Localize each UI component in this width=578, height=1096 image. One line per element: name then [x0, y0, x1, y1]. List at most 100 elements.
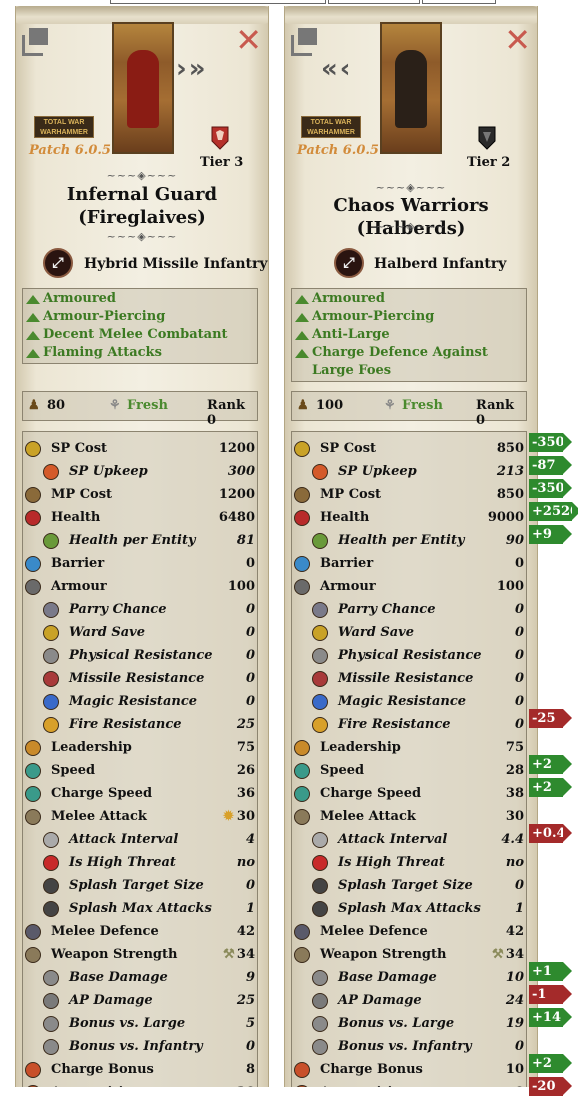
stat-row[interactable]: Bonus vs. Infantry 0 — [292, 1036, 526, 1059]
top-tab[interactable] — [110, 0, 326, 4]
stat-row[interactable]: Ammunition20 — [23, 1082, 257, 1087]
stat-row[interactable]: Charge Bonus 10 — [292, 1059, 526, 1082]
stat-label: Missile Resistance — [338, 671, 474, 686]
rank-label[interactable]: Rank 0 — [207, 398, 257, 428]
stat-row[interactable]: Is High Threat no — [23, 852, 257, 875]
stat-value: 0 — [514, 1039, 524, 1054]
unit-portrait[interactable] — [380, 22, 442, 154]
stat-row[interactable]: Parry Chance 0 — [23, 599, 257, 622]
stat-row[interactable]: Attack Interval 4.4 — [292, 829, 526, 852]
attribute-item[interactable]: Armoured — [23, 290, 257, 308]
stat-value: 8 — [245, 1062, 255, 1077]
stat-label: Missile Resistance — [69, 671, 205, 686]
top-tab[interactable] — [422, 0, 496, 4]
stat-value: no — [505, 855, 524, 870]
stat-row[interactable]: Speed 26 — [23, 760, 257, 783]
stat-row[interactable]: Barrier 0 — [23, 553, 257, 576]
stat-row[interactable]: Base Damage 9 — [23, 967, 257, 990]
stat-row[interactable]: Fire Resistance 25 — [23, 714, 257, 737]
previous-unit-arrows[interactable]: «‹ — [321, 54, 353, 84]
stat-row[interactable]: Charge Bonus 8 — [23, 1059, 257, 1082]
fatigue-status[interactable]: Fresh — [402, 398, 443, 413]
stat-value: 34 — [505, 947, 524, 962]
stat-row[interactable]: Health 9000 — [292, 507, 526, 530]
stat-row[interactable]: Base Damage 10 — [292, 967, 526, 990]
stat-row[interactable]: Parry Chance 0 — [292, 599, 526, 622]
stat-row[interactable]: Melee Attack ✹ 30 — [23, 806, 257, 829]
stat-row[interactable]: SP Upkeep 300 — [23, 461, 257, 484]
next-unit-arrows[interactable]: ›» — [176, 54, 208, 84]
stat-label: Bonus vs. Large — [69, 1016, 186, 1031]
stat-row[interactable]: SP Upkeep 213 — [292, 461, 526, 484]
stat-row[interactable]: Bonus vs. Infantry 0 — [23, 1036, 257, 1059]
copy-icon[interactable] — [291, 26, 321, 56]
stat-row[interactable]: Leadership 75 — [292, 737, 526, 760]
stat-row[interactable]: Charge Speed 36 — [23, 783, 257, 806]
stat-row[interactable]: Melee Defence 42 — [23, 921, 257, 944]
attribute-item[interactable]: Flaming Attacks — [23, 344, 257, 362]
stat-row[interactable]: Health per Entity 90 — [292, 530, 526, 553]
attribute-item[interactable]: Armoured — [292, 290, 526, 308]
stat-row[interactable]: Attack Interval 4 — [23, 829, 257, 852]
stat-label: Armour — [320, 579, 376, 594]
stat-row[interactable]: Ammunition0 — [292, 1082, 526, 1087]
stat-row[interactable]: Is High Threat no — [292, 852, 526, 875]
stat-row[interactable]: Physical Resistance 0 — [292, 645, 526, 668]
physical-resistance-icon — [312, 648, 328, 664]
stat-value: 0 — [245, 602, 255, 617]
fatigue-status[interactable]: Fresh — [127, 398, 168, 413]
stat-row[interactable]: Splash Target Size 0 — [23, 875, 257, 898]
stat-row[interactable]: Ward Save 0 — [23, 622, 257, 645]
attribute-item[interactable]: Anti-Large — [292, 326, 526, 344]
stat-value: 24 — [505, 993, 524, 1008]
stat-row[interactable]: Charge Speed 38 — [292, 783, 526, 806]
copy-icon[interactable] — [22, 26, 52, 56]
stat-row[interactable]: Ward Save 0 — [292, 622, 526, 645]
attribute-item[interactable]: Decent Melee Combatant — [23, 326, 257, 344]
charge-bonus-icon — [294, 1062, 310, 1078]
stat-row[interactable]: SP Cost 1200 — [23, 438, 257, 461]
attribute-item[interactable]: Charge Defence Against Large Foes — [292, 344, 526, 380]
stat-value: 6480 — [218, 510, 255, 525]
rank-label[interactable]: Rank 0 — [476, 398, 526, 428]
stat-row[interactable]: Leadership 75 — [23, 737, 257, 760]
stat-row[interactable]: Magic Resistance 0 — [23, 691, 257, 714]
attribute-item[interactable]: Armour-Piercing — [292, 308, 526, 326]
stat-row[interactable]: AP Damage 25 — [23, 990, 257, 1013]
stat-row[interactable]: MP Cost 850 — [292, 484, 526, 507]
bonus-large-icon — [43, 1016, 59, 1032]
stat-row[interactable]: Missile Resistance 0 — [292, 668, 526, 691]
stat-row[interactable]: SP Cost 850 — [292, 438, 526, 461]
stat-row[interactable]: Health 6480 — [23, 507, 257, 530]
stat-row[interactable]: Fire Resistance 0 — [292, 714, 526, 737]
stat-row[interactable]: Health per Entity 81 — [23, 530, 257, 553]
close-icon[interactable]: ✕ — [504, 24, 531, 56]
stat-row[interactable]: MP Cost 1200 — [23, 484, 257, 507]
stat-row[interactable]: Speed 28 — [292, 760, 526, 783]
stat-row[interactable]: Weapon Strength ⚒ 34 — [292, 944, 526, 967]
stat-row[interactable]: Splash Target Size 0 — [292, 875, 526, 898]
stat-row[interactable]: Bonus vs. Large 5 — [23, 1013, 257, 1036]
unit-portrait[interactable] — [112, 22, 174, 154]
stat-value: 26 — [236, 763, 255, 778]
stat-label: SP Cost — [320, 441, 377, 456]
stat-row[interactable]: Missile Resistance 0 — [23, 668, 257, 691]
stat-row[interactable]: AP Damage 24 — [292, 990, 526, 1013]
stat-row[interactable]: Melee Defence 42 — [292, 921, 526, 944]
top-tab[interactable] — [328, 0, 420, 4]
stat-row[interactable]: Bonus vs. Large 19 — [292, 1013, 526, 1036]
stat-row[interactable]: Physical Resistance 0 — [23, 645, 257, 668]
stat-value: 75 — [236, 740, 255, 755]
stat-row[interactable]: Melee Attack 30 — [292, 806, 526, 829]
stat-row[interactable]: Splash Max Attacks 1 — [292, 898, 526, 921]
stat-row[interactable]: Weapon Strength ⚒ 34 — [23, 944, 257, 967]
attribute-item[interactable]: Armour-Piercing — [23, 308, 257, 326]
stat-row[interactable]: Armour 100 — [23, 576, 257, 599]
stat-row[interactable]: Armour 100 — [292, 576, 526, 599]
close-icon[interactable]: ✕ — [235, 24, 262, 56]
stat-label: Attack Interval — [338, 832, 448, 847]
stat-value: 81 — [236, 533, 255, 548]
stat-row[interactable]: Splash Max Attacks 1 — [23, 898, 257, 921]
stat-row[interactable]: Barrier 0 — [292, 553, 526, 576]
stat-row[interactable]: Magic Resistance 0 — [292, 691, 526, 714]
